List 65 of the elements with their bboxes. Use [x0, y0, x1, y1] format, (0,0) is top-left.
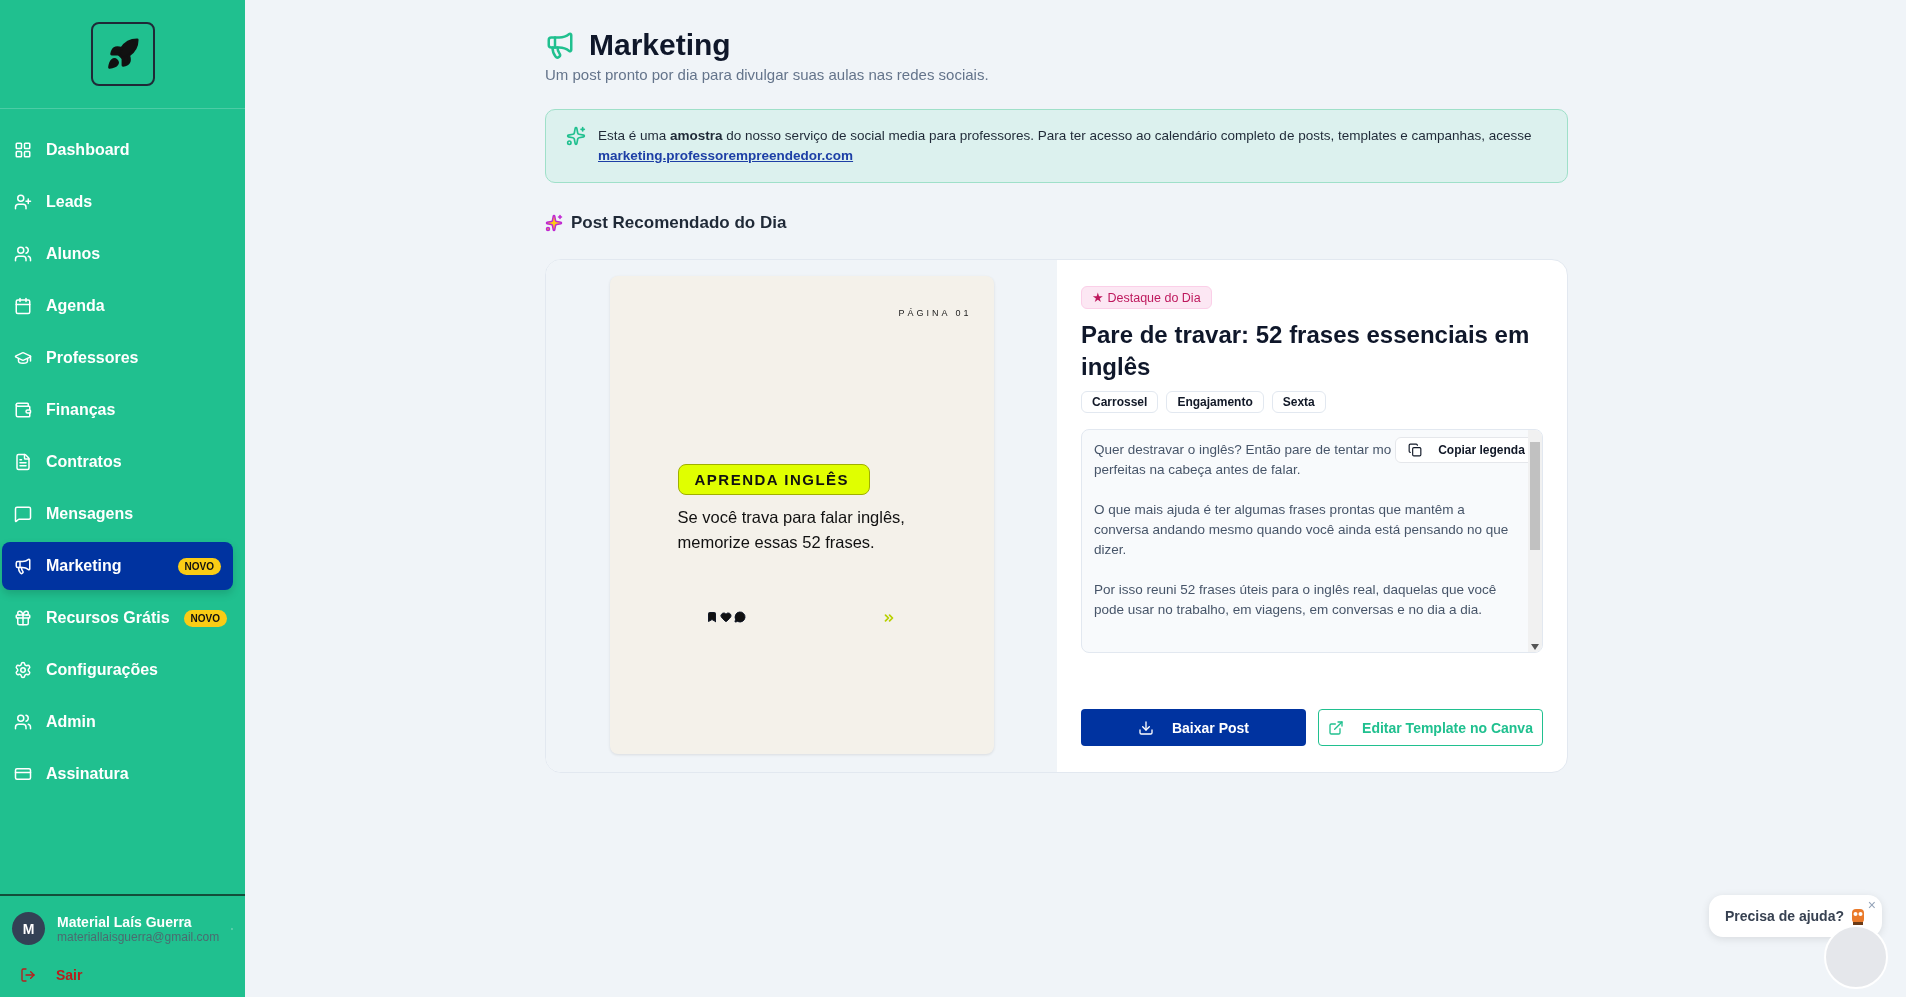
section-title: Post Recomendado do Dia: [571, 213, 787, 233]
user-name: Material Laís Guerra: [57, 913, 193, 930]
menu-icon: [14, 661, 32, 679]
sidebar-item[interactable]: Recursos Grátis NOVO: [2, 594, 233, 642]
sidebar-item[interactable]: Configurações: [2, 646, 233, 694]
sparkles-icon: [545, 214, 563, 232]
marketing-link[interactable]: marketing.professorempreendedor.com: [598, 148, 854, 163]
menu-icon: [14, 765, 32, 783]
rocket-logo: [90, 22, 155, 86]
help-text: Precisa de ajuda?: [1724, 908, 1844, 924]
caption-text: Por isso reuni 52 frases úteis para o inglês real, daquelas que você pode usar no trabalho, em viagens, em conversas e no dia a dia.: [1094, 581, 1498, 619]
slide-text: Se você trava para falar inglês, memorize essas 52 frases.: [677, 507, 906, 553]
sparkles-icon: [566, 126, 586, 146]
external-link-icon: [1328, 719, 1345, 736]
caption-text: perfeitas na cabeça antes de falar.: [1094, 461, 1302, 479]
menu-icon: [14, 401, 32, 419]
post-tag: Carrossel: [1081, 391, 1159, 413]
close-button[interactable]: ×: [1867, 897, 1876, 913]
caption-text: Quer destravar o inglês? Então pare de tentar mo: [1094, 441, 1392, 459]
logout-icon: [20, 967, 36, 983]
user-avatar: M: [12, 912, 45, 945]
sidebar-item[interactable]: Contratos: [2, 438, 233, 486]
post-title: Pare de travar: 52 frases essenciais em inglês: [1081, 320, 1531, 382]
sidebar-item[interactable]: Alunos: [2, 230, 233, 278]
post-tag: Engajamento: [1166, 391, 1264, 413]
menu-icon: [14, 453, 32, 471]
social-icons: [705, 611, 746, 625]
new-badge: NOVO: [177, 557, 221, 575]
logout-link[interactable]: Sair: [12, 967, 233, 983]
download-icon: [1137, 719, 1154, 736]
edit-template-button[interactable]: Editar Template no Canva: [1318, 709, 1543, 746]
sidebar-item[interactable]: Marketing NOVO: [2, 542, 233, 590]
user-email: materiallaisguerra@gmail.com: [57, 929, 220, 944]
menu-icon: [14, 713, 32, 731]
menu-icon: [14, 609, 32, 627]
menu-icon: [14, 297, 32, 315]
scroll-down-icon[interactable]: [1531, 644, 1539, 650]
highlight-badge: ★ Destaque do Dia: [1081, 286, 1212, 309]
sidebar-item[interactable]: Professores: [2, 334, 233, 382]
sidebar-item[interactable]: Agenda: [2, 282, 233, 330]
megaphone-icon: [545, 30, 575, 60]
slide-tag: APRENDA INGLÊS: [677, 464, 870, 495]
post-tag: Sexta: [1271, 391, 1326, 413]
copy-icon: [1408, 443, 1423, 457]
sidebar-item[interactable]: Mensagens: [2, 490, 233, 538]
menu-icon: [14, 141, 32, 159]
page-subtitle: Um post pronto por dia para divulgar suas aulas nas redes sociais.: [545, 66, 990, 83]
menu-icon: [14, 349, 32, 367]
page-title: Marketing: [589, 28, 731, 62]
page-number: PÁGINA 01: [898, 308, 972, 318]
sidebar-item[interactable]: Assinatura: [2, 750, 233, 798]
sidebar-item[interactable]: Dashboard: [2, 126, 233, 174]
copy-caption-button[interactable]: Copiar legenda: [1395, 437, 1528, 463]
caption-text: O que mais ajuda é ter algumas frases prontas que mantêm a conversa andando mesmo quando você ainda está pensando no que dizer.: [1094, 501, 1510, 559]
download-button[interactable]: Baixar Post: [1081, 709, 1306, 746]
sidebar-item[interactable]: Admin: [2, 698, 233, 746]
menu-icon: [14, 245, 32, 263]
menu-icon: [14, 557, 32, 575]
menu-icon: [14, 505, 32, 523]
sidebar-item[interactable]: Leads: [2, 178, 233, 226]
sidebar-item[interactable]: Finanças: [2, 386, 233, 434]
menu-icon: [14, 193, 32, 211]
scrollbar-thumb[interactable]: [1530, 442, 1540, 550]
notice-text: Esta é uma amostra do nosso serviço de social media para professores. Para ter acesso ao calendário completo de posts, templates e campanhas, acesse marketing.professorempreendedor.com: [598, 127, 1532, 165]
new-badge: NOVO: [183, 609, 228, 627]
